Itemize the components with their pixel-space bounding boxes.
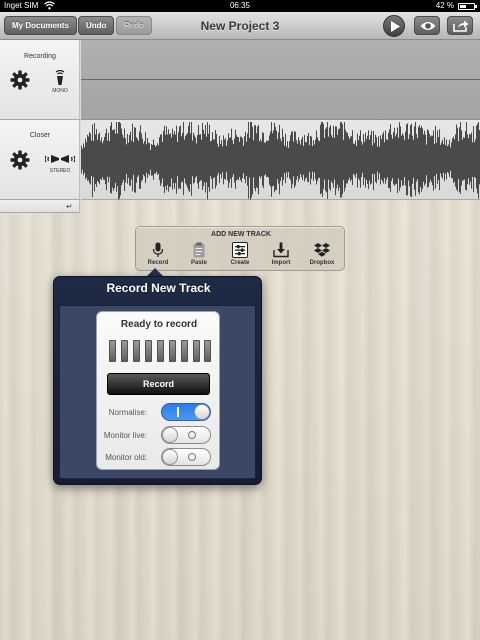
monitor-old-toggle[interactable]: [161, 448, 211, 466]
level-meter: [109, 340, 211, 362]
track-lane-recording[interactable]: [81, 40, 480, 120]
battery-percent: 42 %: [435, 1, 454, 10]
monitor-live-label: Monitor live:: [103, 431, 147, 440]
mono-speaker-icon[interactable]: [50, 70, 70, 86]
eye-icon: [420, 22, 436, 30]
add-record-button[interactable]: Record: [140, 242, 176, 266]
add-dropbox-button[interactable]: Dropbox: [304, 242, 340, 266]
stereo-speaker-icon[interactable]: [45, 152, 75, 166]
waveform-path: [81, 122, 480, 200]
clipboard-icon: [193, 242, 205, 258]
preview-button[interactable]: [414, 16, 440, 35]
gear-icon[interactable]: [10, 150, 30, 170]
dropbox-icon: [314, 243, 330, 257]
add-new-track-panel: ADD NEW TRACK Record Paste Create Import…: [135, 226, 345, 271]
track-header-closer[interactable]: Closer STEREO: [0, 120, 80, 200]
play-button[interactable]: [383, 15, 405, 37]
monitor-old-label: Monitor old:: [105, 453, 147, 462]
audio-waveform: [81, 122, 480, 200]
add-track-title: ADD NEW TRACK: [211, 231, 271, 238]
status-bar: Inget SIM 06:35 42 %: [0, 0, 480, 12]
empty-waveform-line: [81, 79, 480, 80]
share-icon: [453, 20, 469, 32]
add-import-label: Import: [271, 260, 291, 266]
share-button[interactable]: [447, 16, 473, 35]
level-meter-segment: [133, 340, 140, 362]
track-header-recording[interactable]: Recording MONO: [0, 40, 80, 120]
add-import-button[interactable]: Import: [263, 242, 299, 266]
normalise-label: Normalise:: [108, 408, 147, 417]
level-meter-segment: [121, 340, 128, 362]
record-status: Ready to record: [120, 319, 198, 330]
clock: 06:35: [229, 1, 251, 10]
level-meter-segment: [145, 340, 152, 362]
level-meter-segment: [204, 340, 211, 362]
microphone-icon: [152, 242, 164, 257]
gear-icon[interactable]: [10, 70, 30, 90]
normalise-toggle[interactable]: [161, 403, 211, 421]
add-create-label: Create: [230, 260, 250, 266]
track-name: Closer: [29, 132, 51, 139]
add-paste-label: Paste: [190, 260, 207, 266]
battery-icon: [458, 3, 477, 10]
add-paste-button[interactable]: Paste: [181, 242, 217, 266]
track-mode-label: MONO: [52, 88, 68, 94]
add-create-button[interactable]: Create: [222, 242, 258, 266]
import-icon: [273, 242, 289, 258]
record-button[interactable]: Record: [107, 373, 210, 395]
project-title: New Project 3: [200, 19, 280, 33]
record-card: Ready to record Record Normalise: Monito…: [96, 311, 220, 470]
level-meter-segment: [109, 340, 116, 362]
undo-button[interactable]: Undo: [78, 16, 115, 35]
monitor-live-toggle[interactable]: [161, 426, 211, 444]
level-meter-segment: [157, 340, 164, 362]
add-record-label: Record: [147, 260, 169, 266]
sliders-icon: [232, 242, 248, 258]
my-documents-button[interactable]: My Documents: [4, 16, 77, 35]
level-meter-segment: [193, 340, 200, 362]
track-lane-closer[interactable]: [81, 120, 480, 200]
track-name: Recording: [24, 53, 56, 60]
level-meter-segment: [181, 340, 188, 362]
popover-title: Record New Track: [106, 281, 211, 295]
track-mode-label: STEREO: [49, 168, 71, 174]
level-meter-segment: [169, 340, 176, 362]
play-icon: [391, 21, 400, 32]
add-dropbox-label: Dropbox: [309, 260, 335, 266]
return-arrow-icon[interactable]: ↵: [66, 202, 73, 211]
top-toolbar: My Documents Undo Redo New Project 3: [0, 12, 480, 40]
